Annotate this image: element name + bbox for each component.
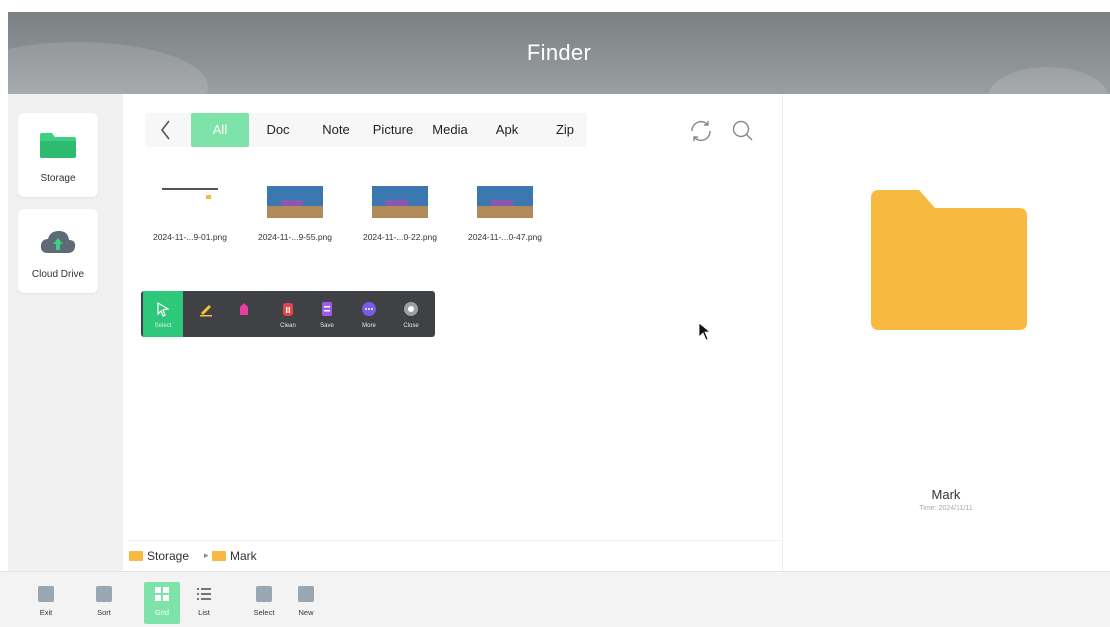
breadcrumb-mark[interactable]: Mark xyxy=(212,549,257,563)
list-view-button[interactable]: List xyxy=(186,582,222,624)
sidebar-item-storage[interactable]: Storage xyxy=(18,113,98,197)
preview-name: Mark xyxy=(931,487,961,502)
file-name: 2024-11-...9-01.png xyxy=(152,232,228,242)
file-item[interactable]: 2024-11-...9-01.png xyxy=(135,182,245,242)
checkbox-icon xyxy=(256,586,272,602)
new-folder-button[interactable]: New xyxy=(288,582,324,624)
select-tool-button[interactable]: Select xyxy=(143,291,183,337)
sidebar-item-label: Storage xyxy=(40,173,76,184)
file-name: 2024-11-...0-22.png xyxy=(362,232,438,242)
tab-picture[interactable]: Picture xyxy=(368,113,418,147)
bottom-button-label: New xyxy=(298,608,314,617)
bottom-button-label: Grid xyxy=(154,608,170,617)
breadcrumb-storage[interactable]: Storage xyxy=(129,549,189,563)
breadcrumb-label: Mark xyxy=(230,549,257,563)
tool-caption: More xyxy=(362,323,376,329)
chevron-left-icon xyxy=(160,120,170,140)
tab-apk[interactable]: Apk xyxy=(490,113,524,147)
bottom-button-label: List xyxy=(198,608,210,617)
close-icon xyxy=(403,301,419,322)
list-icon xyxy=(196,586,212,602)
file-item[interactable]: 2024-11-...0-47.png xyxy=(450,182,560,242)
file-name: 2024-11-...9-55.png xyxy=(257,232,333,242)
exit-icon xyxy=(38,586,54,602)
tab-zip[interactable]: Zip xyxy=(548,113,582,147)
more-icon xyxy=(361,301,377,322)
tab-all[interactable]: All xyxy=(191,113,249,147)
new-folder-icon xyxy=(298,586,314,602)
breadcrumb-separator-icon: ▸ xyxy=(204,550,209,560)
refresh-button[interactable] xyxy=(688,118,714,144)
search-button[interactable] xyxy=(730,118,756,144)
breadcrumb-label: Storage xyxy=(147,549,190,563)
large-folder-icon xyxy=(871,190,1027,330)
tool-caption: Select xyxy=(154,323,172,329)
grid-icon xyxy=(154,586,170,602)
select-button[interactable]: Select xyxy=(246,582,282,624)
refresh-icon xyxy=(691,121,711,141)
app-header: Finder xyxy=(8,12,1110,94)
bottom-button-label: Sort xyxy=(97,608,111,617)
folder-icon xyxy=(38,131,78,164)
bottom-button-label: Exit xyxy=(39,608,53,617)
tab-media[interactable]: Media xyxy=(428,113,472,147)
grid-view-button[interactable]: Grid xyxy=(144,582,180,624)
preview-time: Time: 2024/11/11 xyxy=(919,505,973,512)
annotation-toolbar: Select Clean Save More Close xyxy=(141,291,435,337)
tool-caption: Close xyxy=(403,323,419,329)
cloud-upload-icon xyxy=(38,227,78,262)
bottom-bar: Exit Sort Grid List Select New xyxy=(0,571,1110,627)
tab-doc[interactable]: Doc xyxy=(258,113,298,147)
pen-tool-button[interactable] xyxy=(186,291,226,337)
save-button[interactable]: Save xyxy=(307,291,347,337)
clean-button[interactable]: Clean xyxy=(268,291,308,337)
page-title: Finder xyxy=(526,40,592,65)
tab-note[interactable]: Note xyxy=(315,113,357,147)
eraser-icon xyxy=(236,301,252,322)
file-thumbnail xyxy=(477,186,533,218)
pointer-icon xyxy=(155,301,171,322)
bottom-button-label: Select xyxy=(253,608,275,617)
file-thumbnail xyxy=(372,186,428,218)
close-toolbar-button[interactable]: Close xyxy=(391,291,431,337)
sort-icon xyxy=(96,586,112,602)
more-button[interactable]: More xyxy=(349,291,389,337)
file-item[interactable]: 2024-11-...9-55.png xyxy=(240,182,350,242)
file-name: 2024-11-...0-47.png xyxy=(467,232,543,242)
search-icon xyxy=(732,120,753,141)
eraser-tool-button[interactable] xyxy=(224,291,264,337)
file-thumbnail xyxy=(162,186,218,218)
trash-icon xyxy=(280,301,296,322)
sidebar-item-cloud-drive[interactable]: Cloud Drive xyxy=(18,209,98,293)
tool-caption: Clean xyxy=(280,323,296,329)
folder-icon xyxy=(212,551,226,561)
exit-button[interactable]: Exit xyxy=(28,582,64,624)
header-haze xyxy=(988,67,1108,94)
save-icon xyxy=(319,301,335,322)
sort-button[interactable]: Sort xyxy=(86,582,122,624)
file-item[interactable]: 2024-11-...0-22.png xyxy=(345,182,455,242)
breadcrumb: Storage ▸ Mark xyxy=(127,540,780,570)
file-thumbnail xyxy=(267,186,323,218)
tool-caption: Save xyxy=(320,323,334,329)
back-button[interactable] xyxy=(154,116,178,144)
mouse-cursor-icon xyxy=(698,322,712,347)
folder-icon xyxy=(129,551,143,561)
sidebar-item-label: Cloud Drive xyxy=(31,269,85,280)
pen-icon xyxy=(198,301,214,322)
